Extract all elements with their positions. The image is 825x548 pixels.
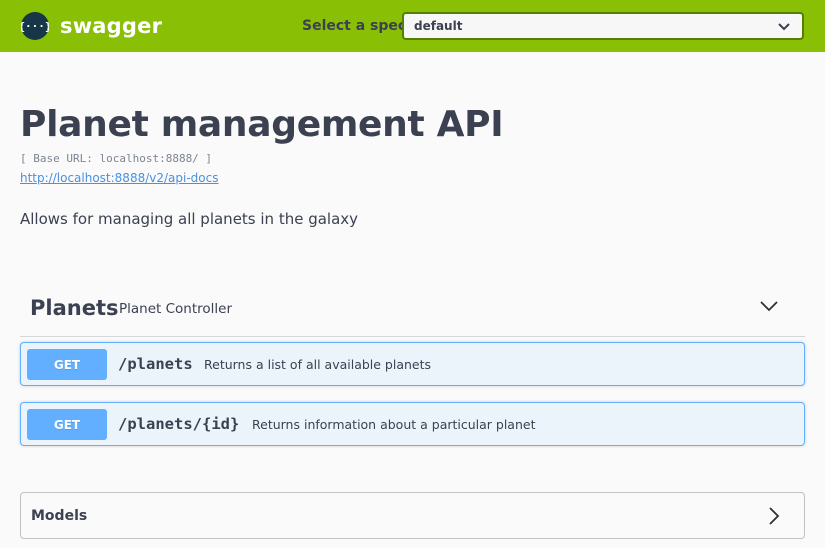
logo-text[interactable]: swagger: [60, 14, 162, 38]
swagger-braces-icon: {···}: [21, 20, 49, 33]
chevron-down-icon[interactable]: [760, 300, 778, 312]
spec-select[interactable]: default: [402, 12, 804, 40]
models-label: Models: [31, 508, 88, 524]
tag-name: Planets: [30, 296, 119, 320]
operation-summary: Returns information about a particular p…: [252, 417, 536, 432]
page-title: Planet management API: [20, 104, 504, 145]
base-url: [ Base URL: localhost:8888/ ]: [20, 152, 213, 165]
chevron-down-icon: [778, 23, 790, 31]
models-section[interactable]: Models: [20, 492, 805, 539]
swagger-logo-icon[interactable]: {···}: [21, 12, 49, 40]
chevron-right-icon[interactable]: [768, 506, 780, 526]
method-badge: GET: [27, 349, 107, 380]
api-description: Allows for managing all planets in the g…: [20, 210, 359, 228]
svg-text:{···}: {···}: [21, 20, 49, 33]
operation-get-planets[interactable]: GET /planets Returns a list of all avail…: [20, 342, 805, 386]
topbar: {···} swagger Select a spec default: [0, 0, 825, 52]
spec-select-value: default: [414, 19, 463, 33]
operation-get-planet-by-id[interactable]: GET /planets/{id} Returns information ab…: [20, 402, 805, 446]
method-badge: GET: [27, 409, 107, 440]
tag-description: Planet Controller: [119, 301, 233, 317]
operation-summary: Returns a list of all available planets: [204, 357, 432, 372]
spec-label: Select a spec: [302, 18, 407, 34]
operation-path: /planets/{id}: [118, 415, 240, 433]
tag-planets-header[interactable]: Planets Planet Controller: [20, 286, 805, 337]
operation-path: /planets: [118, 355, 193, 373]
api-docs-link[interactable]: http://localhost:8888/v2/api-docs: [20, 171, 218, 185]
